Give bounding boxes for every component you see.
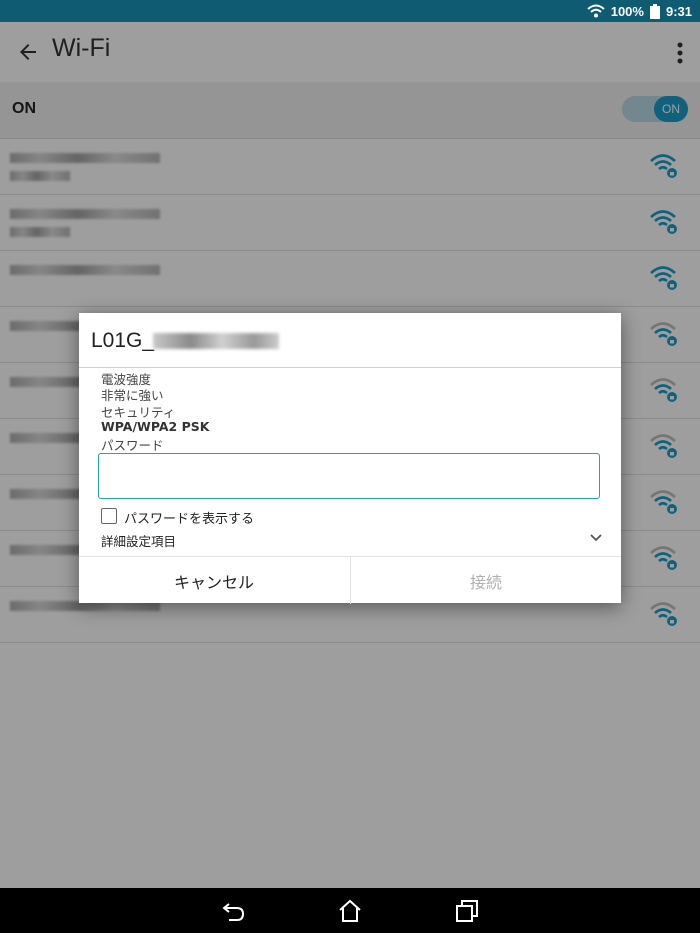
dialog-title: L01G_	[91, 329, 155, 352]
clock: 9:31	[665, 3, 692, 19]
password-input[interactable]	[98, 453, 600, 499]
chevron-down-icon[interactable]	[589, 532, 603, 544]
dialog-divider	[79, 367, 621, 368]
ssid-blurred	[153, 333, 279, 349]
show-password-checkbox[interactable]	[101, 508, 117, 524]
battery-percent: 100%	[610, 3, 644, 19]
dialog-buttons: キャンセル 接続	[79, 556, 621, 604]
nav-recents-icon[interactable]	[454, 898, 480, 924]
battery-icon	[649, 3, 660, 19]
advanced-options-label[interactable]: 詳細設定項目	[101, 531, 176, 550]
status-indicators: 100% 9:31	[587, 0, 692, 22]
wifi-connect-dialog: L01G_ 電波強度 非常に強い セキュリティ WPA/WPA2 PSK パスワ…	[79, 313, 621, 604]
status-bar: 100% 9:31	[0, 0, 700, 22]
security-value: WPA/WPA2 PSK	[101, 419, 210, 434]
show-password-label[interactable]: パスワードを表示する	[124, 508, 254, 527]
connect-button[interactable]: 接続	[350, 557, 621, 604]
cancel-button[interactable]: キャンセル	[79, 557, 349, 604]
nav-back-icon[interactable]	[221, 898, 247, 924]
password-label: パスワード	[101, 438, 164, 453]
navigation-bar	[0, 888, 700, 933]
wifi-status-icon	[587, 4, 605, 18]
nav-home-icon[interactable]	[337, 898, 363, 924]
